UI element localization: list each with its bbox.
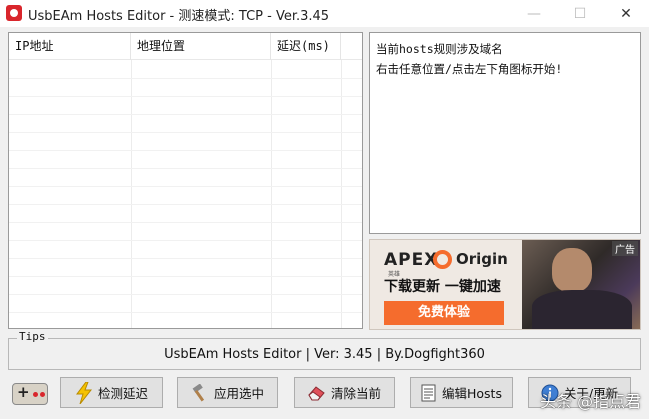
tips-text: UsbEAm Hosts Editor | Ver: 3.45 | By.Dog…: [164, 347, 485, 362]
about-update-label: 关于/更新: [563, 386, 619, 401]
list-header: IP地址 地理位置 延迟(ms): [9, 33, 362, 60]
window-title: UsbEAm Hosts Editor - 测速模式: TCP - Ver.3.…: [28, 9, 330, 24]
eraser-icon: [308, 385, 325, 400]
ad-banner[interactable]: APEX 英雄 Origin 下载更新 一键加速 免费体验 广告: [369, 239, 641, 330]
hammer-icon: [192, 383, 205, 401]
ad-brand-logo: APEX: [384, 250, 439, 270]
ad-cta-button[interactable]: 免费体验: [384, 301, 504, 325]
clear-current-label: 清除当前: [330, 386, 381, 401]
maximize-button[interactable]: ☐: [557, 0, 603, 27]
apply-selected-button[interactable]: 应用选中: [177, 377, 278, 408]
origin-logo-icon: [433, 250, 452, 269]
column-divider: [341, 60, 342, 328]
minimize-button[interactable]: —: [511, 0, 557, 27]
row-gridline: [9, 294, 362, 295]
app-icon[interactable]: [6, 5, 22, 21]
document-icon: [421, 384, 436, 401]
info-line: 当前hosts规则涉及域名: [376, 42, 503, 56]
edit-hosts-button[interactable]: 编辑Hosts: [410, 377, 513, 408]
hosts-list[interactable]: IP地址 地理位置 延迟(ms): [8, 32, 363, 329]
column-latency[interactable]: 延迟(ms): [271, 33, 341, 60]
tips-group: Tips UsbEAm Hosts Editor | Ver: 3.45 | B…: [8, 330, 641, 370]
row-gridline: [9, 96, 362, 97]
row-gridline: [9, 150, 362, 151]
lightning-icon: [75, 381, 93, 404]
info-line: 右击任意位置/点击左下角图标开始!: [376, 62, 563, 76]
column-divider: [271, 60, 272, 328]
gamepad-icon[interactable]: [12, 383, 48, 405]
ad-tag: 广告: [612, 241, 638, 256]
row-gridline: [9, 78, 362, 79]
info-icon: [541, 384, 559, 401]
column-divider: [131, 60, 132, 328]
check-latency-label: 检测延迟: [97, 386, 148, 401]
row-gridline: [9, 258, 362, 259]
row-gridline: [9, 132, 362, 133]
apply-selected-label: 应用选中: [213, 386, 264, 401]
domain-info-panel[interactable]: 当前hosts规则涉及域名 右击任意位置/点击左下角图标开始!: [369, 32, 641, 234]
check-latency-button[interactable]: 检测延迟: [60, 377, 163, 408]
column-ip-address[interactable]: IP地址: [9, 33, 131, 60]
edit-hosts-label: 编辑Hosts: [442, 386, 502, 401]
row-gridline: [9, 186, 362, 187]
row-gridline: [9, 312, 362, 313]
row-gridline: [9, 222, 362, 223]
ad-partner-name: Origin: [456, 250, 508, 268]
row-gridline: [9, 204, 362, 205]
column-extra[interactable]: [341, 33, 362, 60]
about-update-button[interactable]: 关于/更新: [528, 377, 631, 408]
row-gridline: [9, 276, 362, 277]
row-gridline: [9, 168, 362, 169]
row-gridline: [9, 240, 362, 241]
tips-label: Tips: [17, 330, 48, 343]
close-button[interactable]: ✕: [603, 0, 649, 27]
title-bar: UsbEAm Hosts Editor - 测速模式: TCP - Ver.3.…: [0, 0, 649, 27]
row-gridline: [9, 114, 362, 115]
clear-current-button[interactable]: 清除当前: [294, 377, 395, 408]
column-location[interactable]: 地理位置: [131, 33, 271, 60]
ad-headline: 下载更新 一键加速: [384, 279, 501, 295]
